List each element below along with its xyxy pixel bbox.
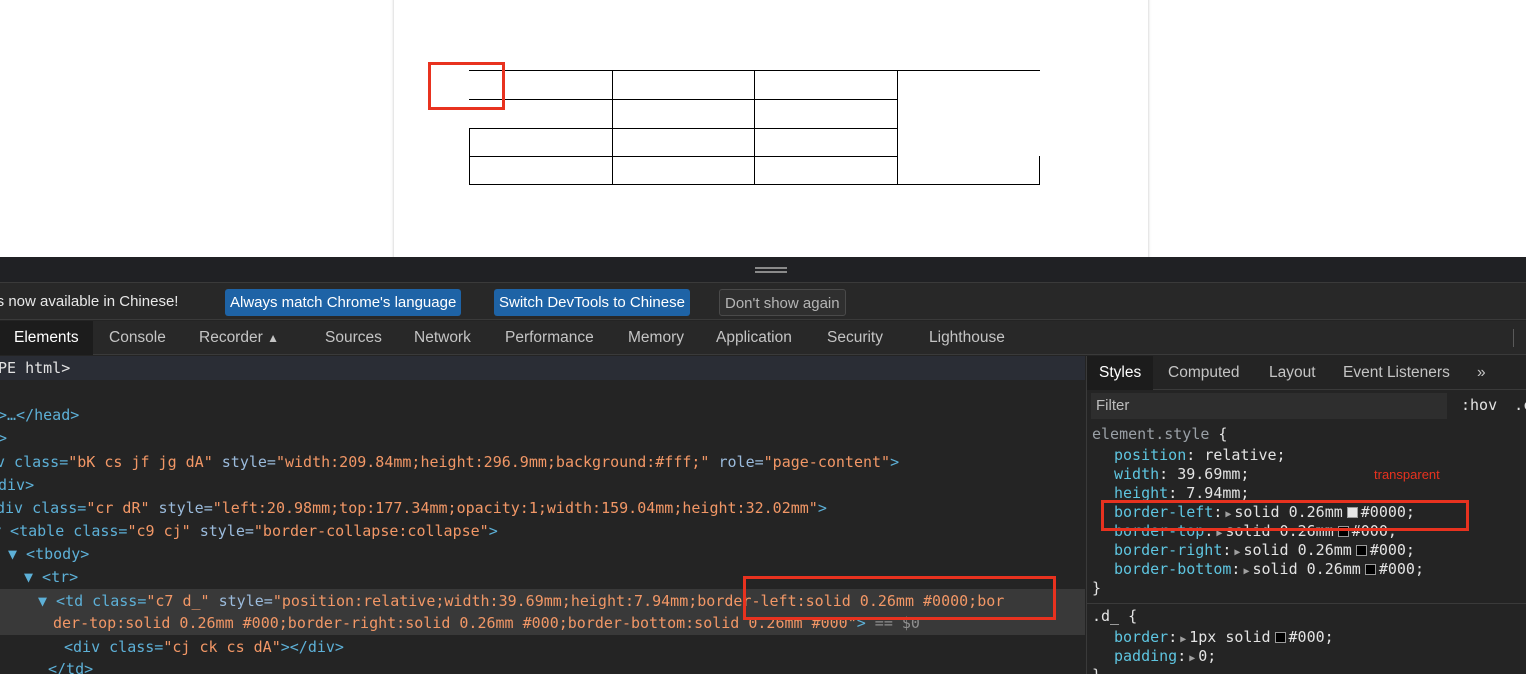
tab-elements[interactable]: Elements <box>0 321 93 355</box>
styles-sidebar: Styles Computed Layout Event Listeners »… <box>1086 356 1526 674</box>
switch-devtools-chinese-button[interactable]: Switch DevTools to Chinese <box>494 289 690 316</box>
highlight-box-table-cell <box>428 62 505 110</box>
highlight-box-border-left-html <box>743 576 1056 620</box>
tab-layout[interactable]: Layout <box>1269 356 1316 390</box>
tab-performance[interactable]: Performance <box>505 321 594 355</box>
devtools-tabbar: Elements Console Recorder ▲ Sources Netw… <box>0 321 1526 355</box>
tab-event-listeners[interactable]: Event Listeners <box>1343 356 1450 390</box>
d-rule-close-brace: } <box>1092 666 1101 674</box>
color-swatch-black[interactable] <box>1274 632 1286 643</box>
rule-divider <box>1087 603 1526 604</box>
tabbar-divider <box>1513 329 1514 347</box>
dont-show-again-button[interactable]: Don't show again <box>719 289 846 316</box>
tree-line-inner-div[interactable]: <div class="cj ck cs dA"></div> <box>64 636 344 659</box>
tab-recorder[interactable]: Recorder ▲ <box>199 321 279 355</box>
hov-button[interactable]: :hov <box>1461 396 1497 414</box>
annotation-transparent: transparent <box>1374 467 1440 482</box>
tab-computed[interactable]: Computed <box>1168 356 1240 390</box>
styles-filter-input[interactable]: Filter <box>1091 393 1447 419</box>
element-style-selector: element.style { <box>1092 425 1228 443</box>
style-rule-position[interactable]: position: relative; <box>1114 446 1286 465</box>
tab-lighthouse[interactable]: Lighthouse <box>929 321 1005 355</box>
tab-console[interactable]: Console <box>109 321 166 355</box>
hov-toggle[interactable]: :hov .c <box>1461 396 1526 414</box>
tab-network[interactable]: Network <box>414 321 471 355</box>
tab-recorder-label: Recorder <box>199 329 263 346</box>
tab-styles[interactable]: Styles <box>1087 356 1154 390</box>
tree-line-doctype[interactable]: PE html> <box>0 357 70 380</box>
color-swatch-black[interactable] <box>1364 564 1376 575</box>
more-tabs-chevron-icon[interactable]: » <box>1477 356 1486 390</box>
tree-line-td-close[interactable]: </td> <box>48 658 93 674</box>
expand-triangle-icon[interactable]: ▶ <box>1180 634 1186 645</box>
highlight-box-border-left-style <box>1101 500 1469 531</box>
style-rule-border-bottom[interactable]: border-bottom: ▶ solid 0.26mm #000; <box>1114 560 1424 579</box>
doctype-row-bg <box>0 356 1085 380</box>
style-rule-border-right[interactable]: border-right: ▶ solid 0.26mm #000; <box>1114 541 1415 560</box>
d-rule-border[interactable]: border: ▶ 1px solid #000; <box>1114 628 1334 647</box>
expand-triangle-icon[interactable]: ▶ <box>1189 653 1195 664</box>
tab-application[interactable]: Application <box>716 321 792 355</box>
resize-grip-icon[interactable] <box>755 267 787 273</box>
expand-triangle-icon[interactable]: ▶ <box>1234 547 1240 558</box>
tree-line-div-close[interactable]: div> <box>0 474 34 497</box>
color-swatch-black[interactable] <box>1355 545 1367 556</box>
rendered-table <box>469 70 1040 185</box>
tab-security[interactable]: Security <box>827 321 883 355</box>
tree-line-body[interactable]: > <box>0 427 7 450</box>
elements-tree: PE html> >…</head> > v class="bK cs jf j… <box>0 356 1085 674</box>
element-style-close-brace: } <box>1092 579 1102 597</box>
tree-line-tbody[interactable]: ▼ <tbody> <box>8 543 89 566</box>
expand-triangle-icon[interactable]: ▶ <box>1243 566 1249 577</box>
cls-button[interactable]: .c <box>1514 396 1526 414</box>
d-rule-selector: .d_ { <box>1092 607 1138 625</box>
devtools-resizer[interactable] <box>0 257 1526 282</box>
devtools-panel: ols is now available in Chinese! Always … <box>0 257 1526 674</box>
always-match-language-button[interactable]: Always match Chrome's language <box>225 289 462 316</box>
flask-icon: ▲ <box>267 331 279 345</box>
tree-line-page-div[interactable]: v class="bK cs jf jg dA" style="width:20… <box>0 451 899 474</box>
d-rule-padding[interactable]: padding: ▶ 0; <box>1114 647 1216 666</box>
language-infobar: ols is now available in Chinese! Always … <box>0 282 1526 320</box>
page-viewport <box>0 0 1526 257</box>
tree-line-head[interactable]: >…</head> <box>0 404 79 427</box>
tree-line-tr[interactable]: ▼ <tr> <box>24 566 78 589</box>
style-rule-width[interactable]: width: 39.69mm; <box>1114 465 1249 484</box>
tree-line-cr-div[interactable]: div class="cr dR" style="left:20.98mm;to… <box>0 497 827 520</box>
tree-line-table[interactable]: ▼ <table class="c9 cj" style="border-col… <box>0 520 498 543</box>
tab-memory[interactable]: Memory <box>628 321 684 355</box>
tab-sources[interactable]: Sources <box>325 321 382 355</box>
infobar-message: ols is now available in Chinese! <box>0 293 179 310</box>
styles-tabbar: Styles Computed Layout Event Listeners » <box>1087 356 1526 390</box>
